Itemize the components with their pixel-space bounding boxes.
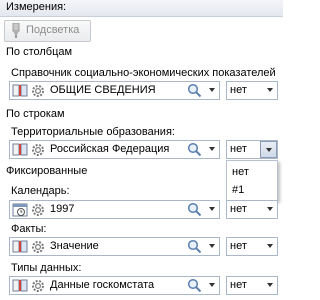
magnifier-icon[interactable] <box>187 142 202 157</box>
chevron-down-icon[interactable] <box>264 84 276 96</box>
chevron-down-icon[interactable] <box>206 84 218 96</box>
dimension-row-indicators: ОБЩИЕ СВЕДЕНИЯ нет <box>9 81 278 100</box>
magnifier-icon[interactable] <box>187 239 202 254</box>
option-value-calendar: нет <box>230 203 247 215</box>
gear-icon[interactable] <box>31 279 45 293</box>
book-icon[interactable] <box>12 240 28 253</box>
option-combo-indicators[interactable]: нет <box>226 81 278 100</box>
section-fixed-title: Фиксированные <box>6 165 88 177</box>
dimension-row-facts: Значение нет <box>9 237 278 256</box>
option-dropdown-button[interactable] <box>260 141 277 158</box>
magnifier-icon[interactable] <box>187 83 202 98</box>
highlight-button-label: Подсветка <box>26 24 80 36</box>
section-rows-title: По строкам <box>6 108 65 120</box>
dimension-value-indicators: ОБЩИЕ СВЕДЕНИЯ <box>50 84 156 96</box>
dimension-value-calendar: 1997 <box>50 203 75 215</box>
dimension-field-indicators[interactable]: ОБЩИЕ СВЕДЕНИЯ <box>9 81 220 100</box>
gear-icon[interactable] <box>31 84 45 98</box>
option-value-data-types: нет <box>230 279 247 291</box>
chevron-down-icon[interactable] <box>206 279 218 291</box>
option-dropdown-list: нет #1 <box>226 160 278 201</box>
option-value-indicators: нет <box>230 84 247 96</box>
gear-icon[interactable] <box>31 240 45 254</box>
highlight-button[interactable]: Подсветка <box>4 20 91 42</box>
chevron-down-icon[interactable] <box>264 203 276 215</box>
chevron-down-icon[interactable] <box>206 143 218 155</box>
book-icon[interactable] <box>12 84 28 97</box>
chevron-down-icon[interactable] <box>264 279 276 291</box>
dimension-label-indicators: Справочник социально-экономических показ… <box>11 67 276 79</box>
gear-icon[interactable] <box>31 143 45 157</box>
calendar-icon[interactable] <box>12 202 28 217</box>
dimension-field-data-types[interactable]: Данные госкомстата <box>9 276 220 295</box>
gear-icon[interactable] <box>31 203 45 217</box>
chevron-down-icon[interactable] <box>206 240 218 252</box>
option-value-territories: нет <box>230 143 247 155</box>
dimension-label-territories: Территориальные образования: <box>11 126 175 138</box>
dimension-value-facts: Значение <box>50 240 99 252</box>
chevron-down-icon[interactable] <box>264 240 276 252</box>
dimension-field-territories[interactable]: Российская Федерация <box>9 140 220 159</box>
dropdown-option[interactable]: #1 <box>232 184 244 196</box>
section-columns-title: По столбцам <box>6 46 73 58</box>
chevron-down-icon <box>266 148 272 152</box>
dimension-value-territories: Российская Федерация <box>50 143 170 155</box>
option-combo-data-types[interactable]: нет <box>226 276 278 295</box>
magnifier-icon[interactable] <box>187 202 202 217</box>
book-icon[interactable] <box>12 279 28 292</box>
option-combo-territories[interactable]: нет <box>226 140 278 159</box>
dimension-row-calendar: 1997 нет <box>9 200 278 219</box>
panel-title: Измерения: <box>6 1 67 13</box>
option-value-facts: нет <box>230 240 247 252</box>
book-icon[interactable] <box>12 143 28 156</box>
dimension-value-data-types: Данные госкомстата <box>50 279 155 291</box>
chevron-down-icon[interactable] <box>206 203 218 215</box>
dimension-row-territories: Российская Федерация нет <box>9 140 278 159</box>
dimension-field-calendar[interactable]: 1997 <box>9 200 220 219</box>
highlighter-icon <box>12 23 20 38</box>
magnifier-icon[interactable] <box>187 278 202 293</box>
dimension-label-calendar: Календарь: <box>11 185 70 197</box>
dimension-field-facts[interactable]: Значение <box>9 237 220 256</box>
dimension-row-data-types: Данные госкомстата нет <box>9 276 278 295</box>
panel-header: Измерения: <box>0 0 283 17</box>
dimension-label-facts: Факты: <box>11 223 47 235</box>
option-combo-facts[interactable]: нет <box>226 237 278 256</box>
dropdown-option[interactable]: нет <box>232 166 249 178</box>
option-combo-calendar[interactable]: нет <box>226 200 278 219</box>
dimension-label-data-types: Типы данных: <box>11 262 82 274</box>
